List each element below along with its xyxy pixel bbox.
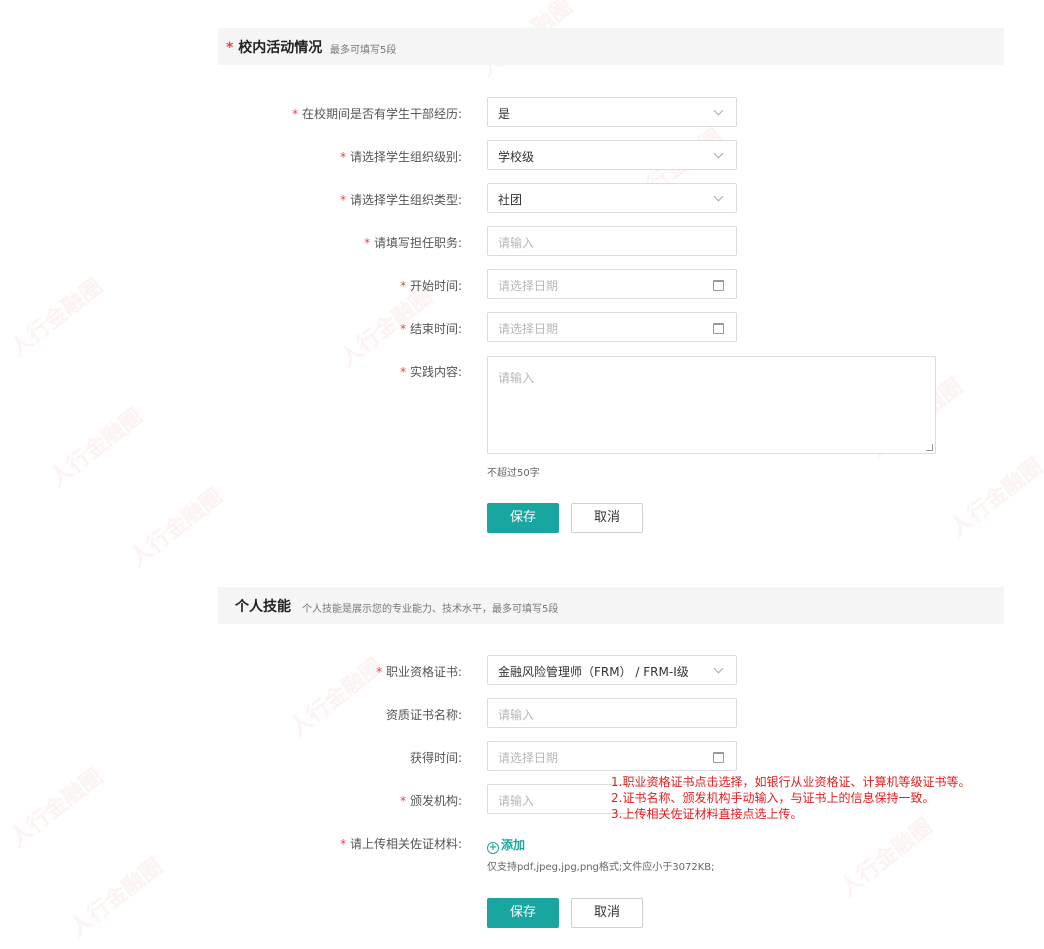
annotation-line: 3.上传相关佐证材料直接点选上传。 [611, 807, 803, 821]
campus-section-subtitle: 最多可填写5段 [330, 45, 397, 56]
campus-cancel-button[interactable]: 取消 [571, 503, 643, 533]
position-input[interactable]: 请输入 [487, 226, 737, 256]
start-date-label: * 开始时间: [400, 279, 462, 293]
org-level-value: 学校级 [498, 150, 535, 164]
campus-section-header: * 校内活动情况 最多可填写5段 [218, 28, 1004, 65]
plus-circle-icon: + [487, 842, 499, 854]
org-type-select[interactable]: 社团 [487, 183, 737, 213]
issuing-authority-label: * 颁发机构: [400, 794, 462, 808]
upload-format-hint: 仅支持pdf,jpeg,jpg,png格式;文件应小于3072KB; [487, 862, 715, 873]
org-level-label: * 请选择学生组织级别: [340, 150, 462, 164]
calendar-icon [713, 280, 724, 291]
obtained-date-placeholder: 请选择日期 [498, 751, 559, 765]
resize-handle-icon[interactable] [926, 444, 933, 451]
org-level-select[interactable]: 学校级 [487, 140, 737, 170]
end-date-picker[interactable]: 请选择日期 [487, 312, 737, 342]
practice-content-textarea[interactable]: 请输入 [487, 356, 936, 454]
watermark-text: 人行金融圈 [285, 654, 388, 742]
position-label: * 请填写担任职务: [364, 236, 462, 250]
certificate-name-label: 资质证书名称: [385, 708, 462, 722]
skills-section-header: 个人技能 个人技能是展示您的专业能力、技术水平，最多可填写5段 [218, 587, 1004, 624]
org-type-value: 社团 [498, 193, 523, 207]
annotation-line: 2.证书名称、颁发机构手动输入，与证书上的信息保持一致。 [611, 791, 935, 805]
certificate-name-input[interactable]: 请输入 [487, 698, 737, 728]
certificate-value: 金融风险管理师（FRM） / FRM-I级 [498, 665, 689, 679]
calendar-icon [713, 752, 724, 763]
end-date-label: * 结束时间: [400, 322, 462, 336]
upload-label: * 请上传相关佐证材料: [340, 837, 462, 851]
watermark-text: 人行金融圈 [5, 274, 108, 362]
content-length-hint: 不超过50字 [487, 468, 540, 479]
skills-save-button[interactable]: 保存 [487, 898, 559, 928]
watermark-text: 人行金融圈 [125, 484, 228, 572]
chevron-down-icon [713, 191, 724, 202]
skills-cancel-button[interactable]: 取消 [571, 898, 643, 928]
instruction-annotation: 1.职业资格证书点击选择，如银行从业资格证、计算机等级证书等。 2.证书名称、颁… [611, 774, 970, 822]
practice-content-label: * 实践内容: [400, 365, 462, 379]
certificate-select[interactable]: 金融风险管理师（FRM） / FRM-I级 [487, 655, 737, 685]
cadre-experience-label: * 在校期间是否有学生干部经历: [292, 107, 462, 121]
start-date-placeholder: 请选择日期 [498, 279, 559, 293]
skills-section-subtitle: 个人技能是展示您的专业能力、技术水平，最多可填写5段 [302, 604, 559, 615]
annotation-line: 1.职业资格证书点击选择，如银行从业资格证、计算机等级证书等。 [611, 775, 971, 789]
calendar-icon [713, 323, 724, 334]
end-date-placeholder: 请选择日期 [498, 322, 559, 336]
campus-save-button[interactable]: 保存 [487, 503, 559, 533]
cadre-experience-select[interactable]: 是 [487, 97, 737, 127]
certificate-label: * 职业资格证书: [376, 665, 462, 679]
watermark-text: 人行金融圈 [65, 854, 168, 942]
org-type-label: * 请选择学生组织类型: [340, 193, 462, 207]
issuing-authority-placeholder: 请输入 [498, 794, 535, 808]
obtained-date-label: 获得时间: [409, 751, 462, 765]
position-placeholder: 请输入 [498, 236, 535, 250]
watermark-text: 人行金融圈 [5, 764, 108, 852]
campus-section-title: * 校内活动情况 [226, 40, 323, 56]
add-attachment-label: 添加 [501, 838, 526, 852]
chevron-down-icon [713, 663, 724, 674]
watermark-text: 人行金融圈 [945, 454, 1044, 542]
start-date-picker[interactable]: 请选择日期 [487, 269, 737, 299]
watermark-text: 人行金融圈 [45, 404, 148, 492]
watermark-text: 人行金融圈 [835, 814, 938, 902]
practice-content-placeholder: 请输入 [498, 371, 535, 385]
obtained-date-picker[interactable]: 请选择日期 [487, 741, 737, 771]
certificate-name-placeholder: 请输入 [498, 708, 535, 722]
skills-section-title: 个人技能 [235, 599, 291, 615]
add-attachment-button[interactable]: + 添加 [487, 836, 525, 854]
chevron-down-icon [713, 148, 724, 159]
chevron-down-icon [713, 105, 724, 116]
cadre-experience-value: 是 [498, 107, 511, 121]
